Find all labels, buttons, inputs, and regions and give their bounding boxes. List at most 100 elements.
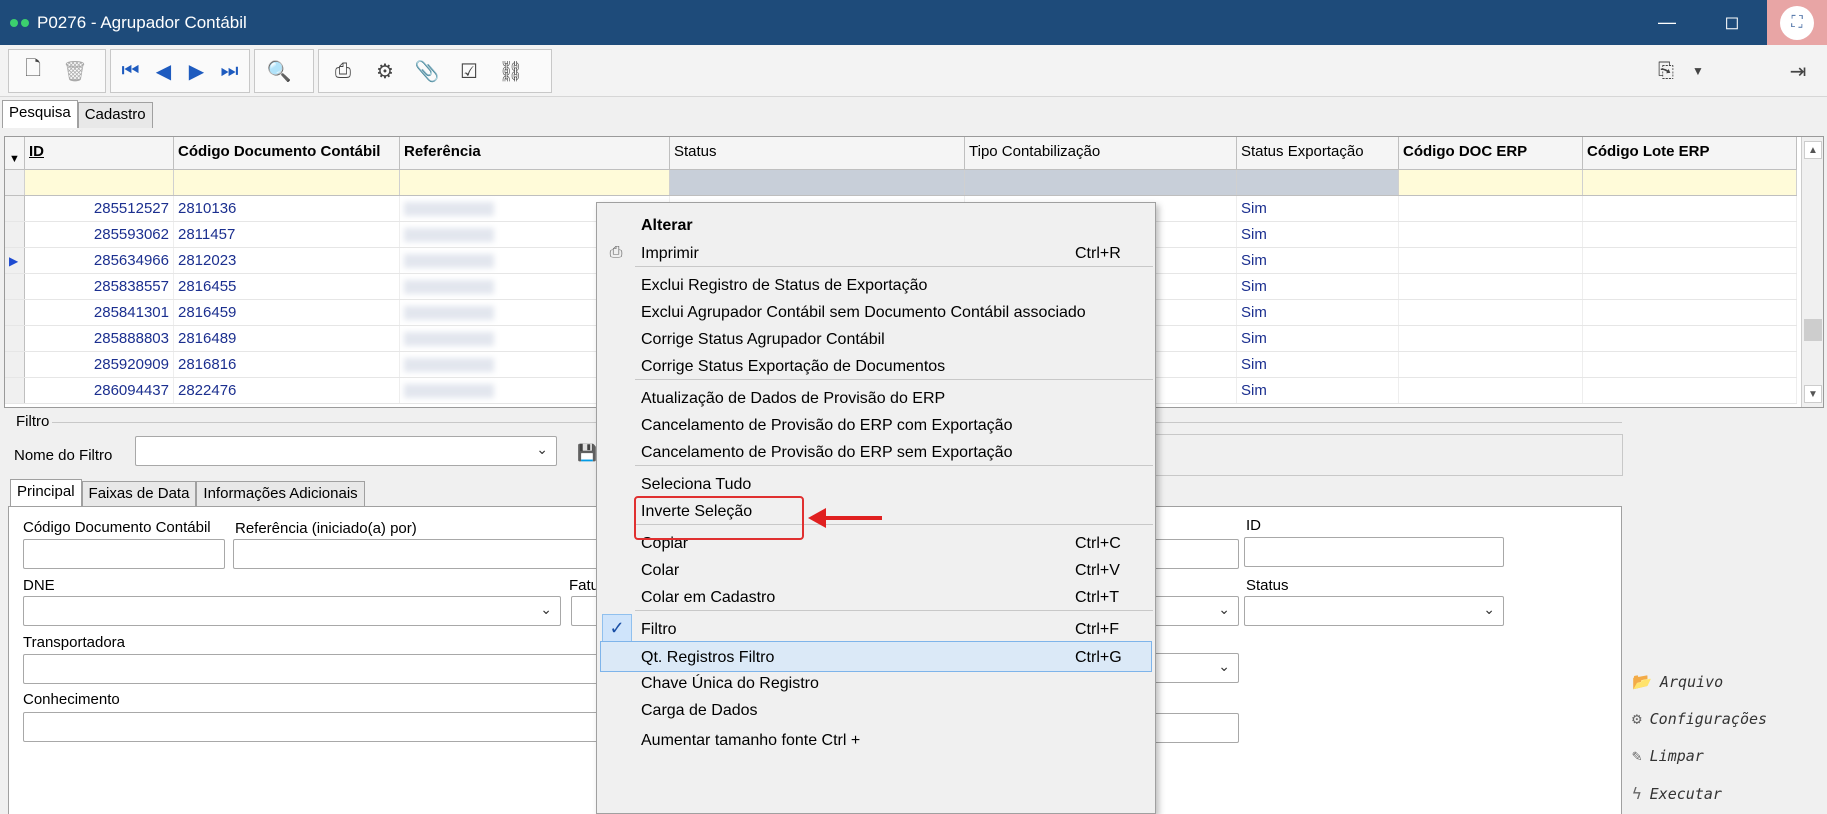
cell-doc-erp[interactable] [1399, 248, 1583, 273]
grid-scrollbar[interactable]: ▲ ▼ [1801, 137, 1823, 407]
row-indicator[interactable] [5, 274, 25, 299]
cell-lote-erp[interactable] [1583, 300, 1797, 325]
executar-button[interactable]: ϟ Executar [1632, 784, 1722, 803]
col-header-referencia[interactable]: Referência [400, 137, 670, 169]
cell-doc-erp[interactable] [1399, 378, 1583, 403]
settings-icon[interactable]: ⚙ [371, 57, 399, 85]
col-header-status-exp[interactable]: Status Exportação [1237, 137, 1399, 169]
col-header-id[interactable]: ID [25, 137, 174, 169]
cell-status-exp[interactable]: Sim [1237, 222, 1399, 247]
cell-id[interactable]: 285634966 [25, 248, 174, 273]
filter-cell-status-exp[interactable] [1237, 170, 1399, 195]
scroll-down-icon[interactable]: ▼ [1804, 385, 1822, 403]
filter-cell-tipo[interactable] [965, 170, 1237, 195]
cell-id[interactable]: 285512527 [25, 196, 174, 221]
cell-codigo[interactable]: 2811457 [174, 222, 400, 247]
cell-lote-erp[interactable] [1583, 248, 1797, 273]
row-indicator[interactable] [5, 378, 25, 403]
row-indicator[interactable] [5, 196, 25, 221]
tab-faixas-data[interactable]: Faixas de Data [81, 481, 197, 507]
hidden-select[interactable]: ⌄ [1154, 596, 1239, 626]
cell-id[interactable]: 285593062 [25, 222, 174, 247]
search-record-icon[interactable]: 🔍 [265, 57, 293, 85]
col-header-lote-erp[interactable]: Código Lote ERP [1583, 137, 1797, 169]
next-record-icon[interactable]: ▶ [187, 57, 206, 85]
cell-doc-erp[interactable] [1399, 274, 1583, 299]
cell-codigo[interactable]: 2816455 [174, 274, 400, 299]
cell-codigo[interactable]: 2822476 [174, 378, 400, 403]
exit-icon[interactable]: ⇥ [1784, 57, 1812, 85]
cell-lote-erp[interactable] [1583, 196, 1797, 221]
scroll-thumb[interactable] [1804, 319, 1822, 341]
dropdown-icon[interactable]: ▼ [1684, 57, 1712, 85]
referencia-input[interactable] [233, 539, 603, 569]
menu-item-imprimir[interactable]: ⎙ Imprimir Ctrl+R [597, 238, 1155, 269]
conhecimento-input[interactable] [23, 712, 607, 742]
menu-item-alterar[interactable]: Alterar [597, 210, 1155, 241]
hidden-field-input-2[interactable] [1154, 713, 1239, 743]
maximize-button[interactable]: ◻ [1697, 0, 1767, 45]
screenshot-tool-button[interactable]: ⛶ [1767, 0, 1827, 45]
cell-status-exp[interactable]: Sim [1237, 274, 1399, 299]
dne-select[interactable]: ⌄ [23, 596, 561, 626]
cell-doc-erp[interactable] [1399, 326, 1583, 351]
link-icon[interactable]: ⛓ [497, 57, 525, 85]
row-indicator[interactable] [5, 352, 25, 377]
menu-item-carga-dados[interactable]: Carga de Dados [597, 695, 1155, 726]
cell-doc-erp[interactable] [1399, 300, 1583, 325]
cell-codigo[interactable]: 2816816 [174, 352, 400, 377]
menu-item-cancelamento-sem-exportacao[interactable]: Cancelamento de Provisão do ERP sem Expo… [597, 437, 1155, 468]
cell-lote-erp[interactable] [1583, 378, 1797, 403]
cell-doc-erp[interactable] [1399, 222, 1583, 247]
col-header-codigo[interactable]: Código Documento Contábil [174, 137, 400, 169]
tab-principal[interactable]: Principal [10, 479, 82, 507]
row-indicator[interactable] [5, 326, 25, 351]
row-indicator[interactable]: ▶ [5, 248, 25, 273]
hidden-field-input[interactable] [1154, 539, 1239, 569]
filter-cell-codigo[interactable] [174, 170, 400, 195]
cell-lote-erp[interactable] [1583, 274, 1797, 299]
arquivo-button[interactable]: 📂 Arquivo [1632, 672, 1723, 691]
cell-status-exp[interactable]: Sim [1237, 352, 1399, 377]
first-record-icon[interactable]: ⏮ [121, 57, 140, 85]
menu-item-corrige-status-exportacao[interactable]: Corrige Status Exportação de Documentos [597, 351, 1155, 382]
filter-cell-doc-erp[interactable] [1399, 170, 1583, 195]
id-input[interactable] [1244, 537, 1504, 567]
configuracoes-button[interactable]: ⚙ Configurações [1632, 709, 1767, 728]
menu-item-colar-cadastro[interactable]: Colar em Cadastro Ctrl+T [597, 582, 1155, 613]
tab-cadastro[interactable]: Cadastro [77, 102, 153, 128]
cell-id[interactable]: 285888803 [25, 326, 174, 351]
tab-pesquisa[interactable]: Pesquisa [2, 100, 78, 128]
status-select[interactable]: ⌄ [1244, 596, 1504, 626]
save-filter-icon[interactable]: 💾 [577, 443, 597, 463]
cell-id[interactable]: 285838557 [25, 274, 174, 299]
filter-cell-lote-erp[interactable] [1583, 170, 1797, 195]
cell-status-exp[interactable]: Sim [1237, 326, 1399, 351]
cell-codigo[interactable]: 2816459 [174, 300, 400, 325]
transportadora-input[interactable] [23, 654, 607, 684]
codigo-doc-input[interactable] [23, 539, 225, 569]
filter-cell-status[interactable] [670, 170, 965, 195]
cell-status-exp[interactable]: Sim [1237, 300, 1399, 325]
cell-status-exp[interactable]: Sim [1237, 248, 1399, 273]
cell-doc-erp[interactable] [1399, 352, 1583, 377]
cell-doc-erp[interactable] [1399, 196, 1583, 221]
cell-lote-erp[interactable] [1583, 326, 1797, 351]
cell-lote-erp[interactable] [1583, 352, 1797, 377]
tab-info-adicionais[interactable]: Informações Adicionais [196, 481, 365, 507]
cell-status-exp[interactable]: Sim [1237, 196, 1399, 221]
cell-codigo[interactable]: 2812023 [174, 248, 400, 273]
cell-id[interactable]: 285920909 [25, 352, 174, 377]
col-header-doc-erp[interactable]: Código DOC ERP [1399, 137, 1583, 169]
cell-id[interactable]: 286094437 [25, 378, 174, 403]
nome-filtro-select[interactable]: ⌄ [135, 436, 557, 466]
print-icon[interactable]: ⎙ [329, 57, 357, 85]
cell-codigo[interactable]: 2810136 [174, 196, 400, 221]
delete-icon[interactable]: 🗑 [61, 57, 89, 85]
cell-id[interactable]: 285841301 [25, 300, 174, 325]
last-record-icon[interactable]: ⏭ [220, 57, 239, 85]
row-indicator[interactable] [5, 300, 25, 325]
cell-status-exp[interactable]: Sim [1237, 378, 1399, 403]
filter-cell-referencia[interactable] [400, 170, 670, 195]
confirm-icon[interactable]: ☑ [455, 57, 483, 85]
